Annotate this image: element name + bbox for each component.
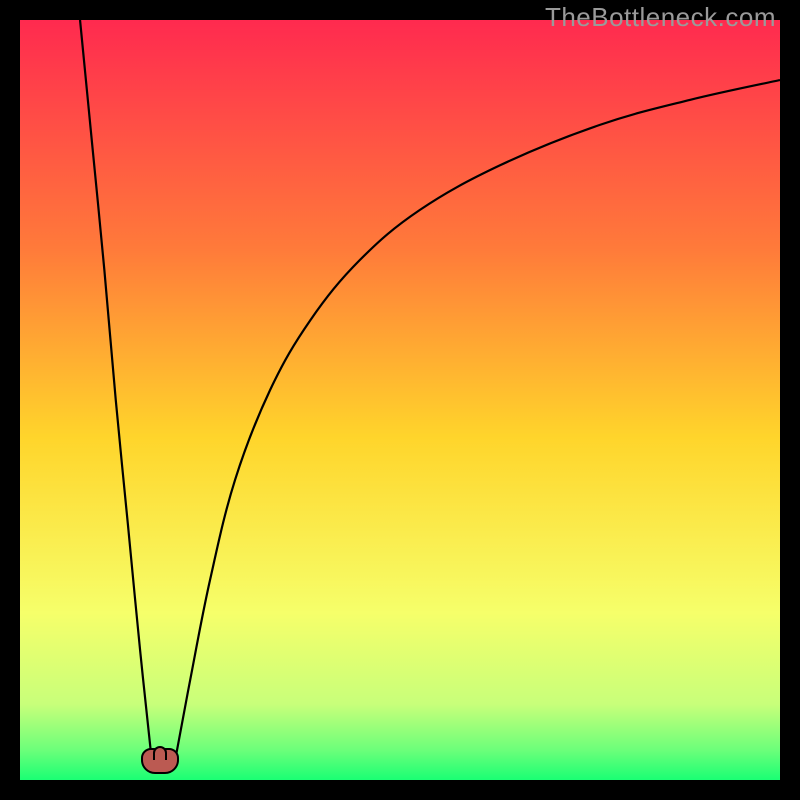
gradient-background — [20, 20, 780, 780]
chart-frame — [20, 20, 780, 780]
min-marker — [141, 748, 179, 774]
watermark-text: TheBottleneck.com — [545, 2, 776, 33]
chart-plot — [20, 20, 780, 780]
